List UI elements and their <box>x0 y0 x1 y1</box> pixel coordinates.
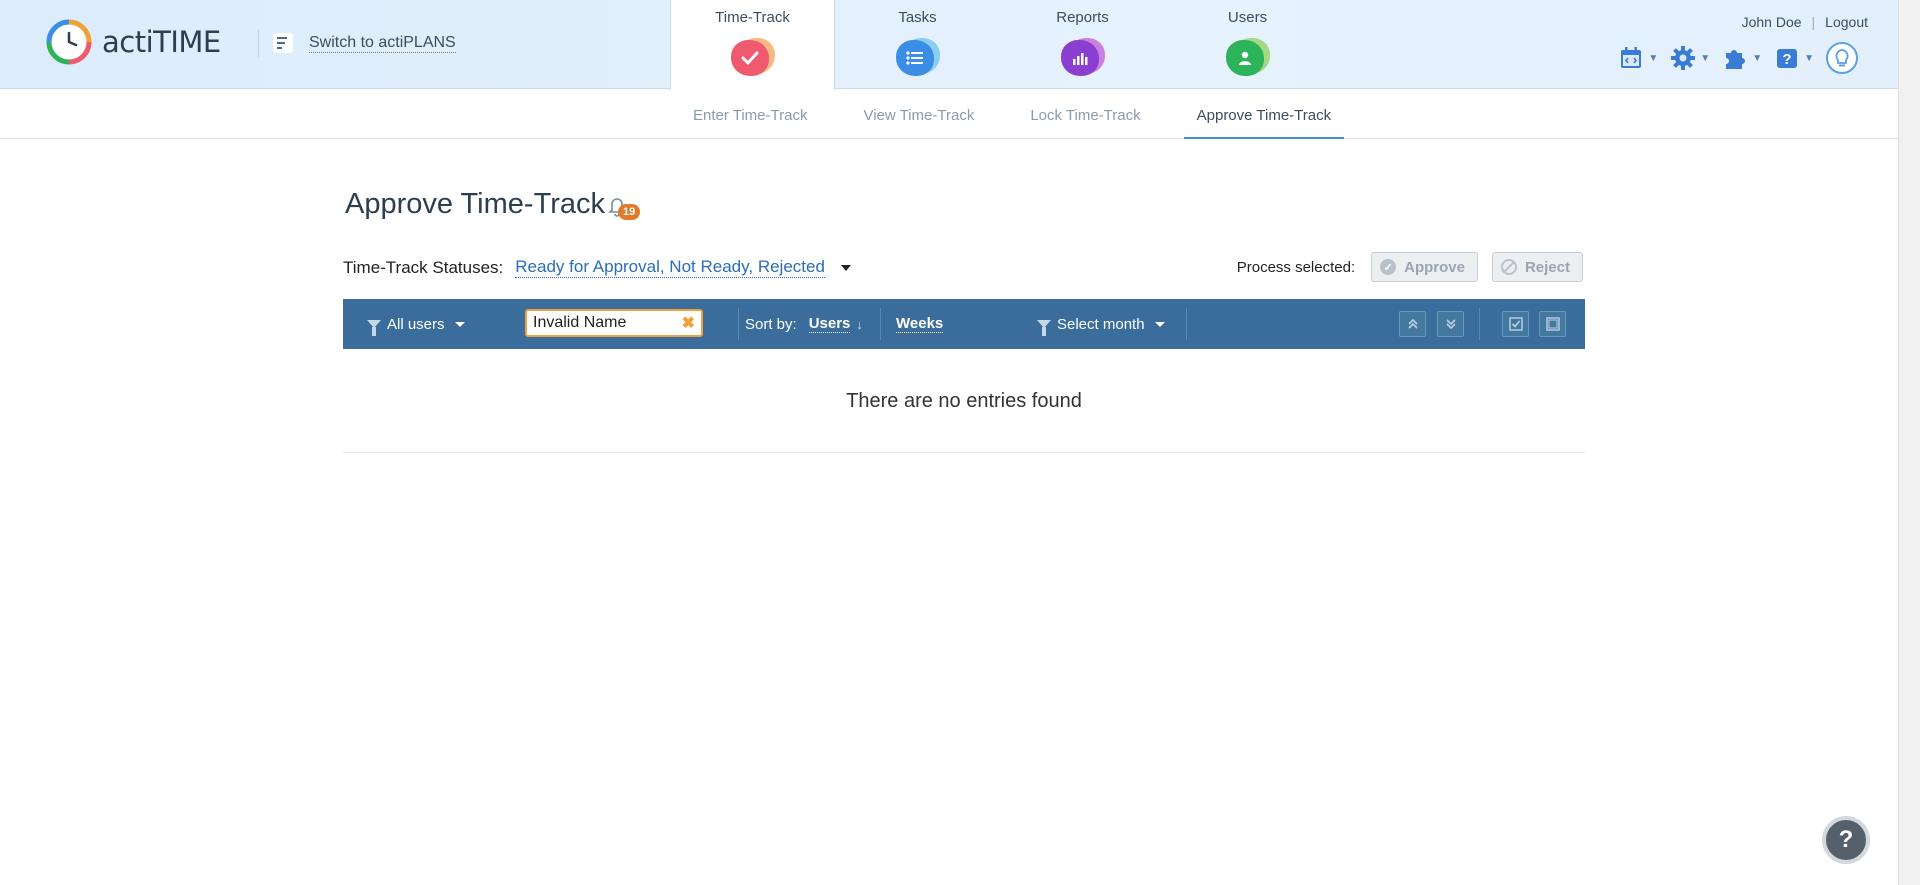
checkbox-empty-icon <box>1545 317 1560 331</box>
calendar-menu[interactable]: ▼ <box>1618 45 1658 71</box>
tab-reports[interactable]: Reports <box>1000 0 1165 89</box>
logo-text: actiTIME <box>102 25 221 59</box>
subtab-view-time-track[interactable]: View Time-Track <box>850 90 987 139</box>
process-selected: Process selected: ✓ Approve Reject <box>1237 252 1583 282</box>
empty-state-message: There are no entries found <box>846 390 1082 412</box>
month-filter-label: Select month <box>1057 315 1145 333</box>
reject-button[interactable]: Reject <box>1491 252 1583 282</box>
statuses-selector[interactable]: Ready for Approval, Not Ready, Rejected <box>515 257 825 278</box>
double-chevron-down-icon <box>1445 319 1456 330</box>
gear-icon <box>1670 45 1696 71</box>
user-links-separator: | <box>1811 14 1816 30</box>
process-label: Process selected: <box>1236 258 1356 276</box>
help-button[interactable]: ? <box>1822 816 1870 864</box>
check-circle-icon: ✓ <box>1380 259 1397 275</box>
tab-label: Users <box>1227 9 1268 26</box>
tab-users[interactable]: Users <box>1165 0 1330 89</box>
notification-count-badge: 19 <box>618 204 641 220</box>
double-chevron-up-icon <box>1407 318 1418 329</box>
user-search-input[interactable] <box>533 314 673 332</box>
statuses-filter: Time-Track Statuses: Ready for Approval,… <box>343 257 851 278</box>
select-all-button[interactable] <box>1502 311 1529 337</box>
filter-toolbar: All users ✖ Sort by: Users ↓ Weeks Selec… <box>343 299 1585 349</box>
checkbox-checked-icon <box>1508 317 1523 331</box>
subtab-approve-time-track[interactable]: Approve Time-Track <box>1183 90 1345 139</box>
header-tools: ▼ ▼ ▼ ? ▼ <box>1618 42 1858 74</box>
expand-all-button[interactable] <box>1437 311 1464 337</box>
chevron-down-icon: ▼ <box>1752 52 1763 64</box>
arrow-down-icon[interactable]: ↓ <box>856 317 863 332</box>
approve-label: Approve <box>1404 258 1465 276</box>
list-icon <box>895 36 940 76</box>
reject-label: Reject <box>1524 258 1570 276</box>
statuses-label: Time-Track Statuses: <box>343 257 504 277</box>
subtab-lock-time-track[interactable]: Lock Time-Track <box>1017 90 1153 139</box>
help-menu[interactable]: ? ▼ <box>1774 45 1814 71</box>
filter-icon <box>367 320 381 336</box>
app-logo[interactable]: actiTIME <box>44 17 221 67</box>
calendar-icon <box>1618 45 1644 71</box>
sort-field-selector[interactable]: Users <box>808 315 851 333</box>
chevron-down-icon: ▼ <box>1648 52 1659 64</box>
tab-time-track[interactable]: Time-Track <box>670 0 835 90</box>
deselect-all-button[interactable] <box>1539 311 1566 337</box>
sort-by-label: Sort by: <box>745 315 797 333</box>
svg-text:?: ? <box>1783 51 1792 68</box>
group-by-weeks[interactable]: Weeks <box>896 299 944 349</box>
user-links: John Doe | Logout <box>1742 14 1868 30</box>
settings-menu[interactable]: ▼ <box>1670 45 1710 71</box>
user-name[interactable]: John Doe <box>1742 14 1802 30</box>
actitime-logo-icon <box>44 17 94 67</box>
logout-link[interactable]: Logout <box>1825 14 1868 30</box>
prohibited-icon <box>1500 259 1517 275</box>
tab-label: Time-Track <box>715 9 790 26</box>
weeks-toggle: Weeks <box>896 315 944 333</box>
lightbulb-icon[interactable] <box>1826 42 1858 74</box>
users-filter-dropdown[interactable]: All users <box>367 299 465 349</box>
main-nav: Time-Track Tasks Reports Users <box>670 0 1330 90</box>
caret-down-icon <box>454 321 465 327</box>
filter-icon <box>1037 320 1051 336</box>
caret-down-icon[interactable] <box>840 264 851 271</box>
notifications-bell[interactable]: 19 <box>606 194 646 224</box>
switch-label: Switch to actiPLANS <box>309 33 456 53</box>
switch-to-actiplans-link[interactable]: Switch to actiPLANS <box>258 29 456 57</box>
tab-label: Tasks <box>898 9 937 26</box>
approve-button[interactable]: ✓ Approve <box>1371 252 1478 282</box>
toolbar-divider <box>1479 308 1480 340</box>
tab-label: Reports <box>1056 9 1109 26</box>
clear-search-icon[interactable]: ✖ <box>682 313 695 333</box>
user-icon <box>1225 36 1270 76</box>
tab-tasks[interactable]: Tasks <box>835 0 1000 89</box>
users-filter-label: All users <box>387 315 445 333</box>
page-title: Approve Time-Track <box>345 188 605 220</box>
toolbar-divider <box>1186 308 1187 340</box>
actiplans-icon <box>273 33 293 53</box>
chevron-down-icon: ▼ <box>1700 52 1711 64</box>
toolbar-divider <box>880 308 881 340</box>
check-icon <box>730 36 775 76</box>
page: actiTIME Switch to actiPLANS Time-Track … <box>0 0 1920 885</box>
subtab-enter-time-track[interactable]: Enter Time-Track <box>680 90 820 139</box>
addons-menu[interactable]: ▼ <box>1722 45 1762 71</box>
caret-down-icon <box>1154 321 1165 327</box>
puzzle-icon <box>1722 45 1748 71</box>
sort-by-control: Sort by: Users ↓ <box>745 299 863 349</box>
sub-nav: Enter Time-Track View Time-Track Lock Ti… <box>0 90 1898 139</box>
toolbar-divider <box>738 308 739 340</box>
user-search-box: ✖ <box>525 309 703 337</box>
collapse-all-button[interactable] <box>1399 311 1426 337</box>
page-scrollbar[interactable] <box>1898 0 1920 885</box>
bar-chart-icon <box>1060 36 1105 76</box>
content-divider <box>343 452 1585 453</box>
month-filter-dropdown[interactable]: Select month <box>1037 299 1165 349</box>
top-header: actiTIME Switch to actiPLANS Time-Track … <box>0 0 1898 90</box>
question-icon: ? <box>1774 45 1800 71</box>
chevron-down-icon: ▼ <box>1804 52 1814 64</box>
